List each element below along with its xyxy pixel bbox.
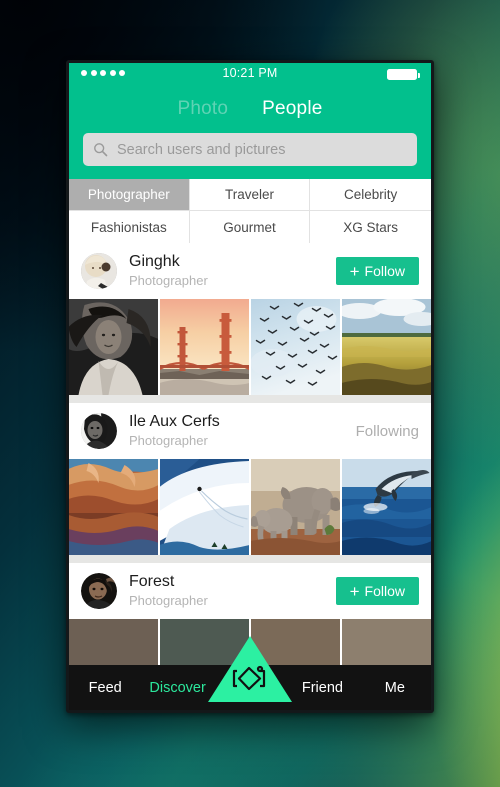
category-filter-grid: Photographer Traveler Celebrity Fashioni…	[69, 179, 431, 243]
user-header: Forest Photographer + Follow	[69, 563, 431, 619]
avatar[interactable]	[81, 573, 117, 609]
photo-strip	[69, 299, 431, 395]
top-navigation-tabs: Photo People	[69, 85, 431, 133]
battery-full-icon	[387, 69, 420, 80]
user-name: Ginghk	[129, 252, 180, 270]
thumbnail-elephants-savanna[interactable]	[251, 459, 340, 555]
user-header: Ile Aux Cerfs Photographer Following	[69, 403, 431, 459]
tab-photo[interactable]: Photo	[177, 98, 228, 120]
list-item[interactable]: Ile Aux Cerfs Photographer Following	[69, 403, 431, 555]
filter-chip-xg-stars[interactable]: XG Stars	[310, 211, 431, 243]
thumbnail-snowy-mountain-slope[interactable]	[160, 459, 249, 555]
plus-icon: +	[349, 581, 360, 601]
thumbnail-dolphin-leaping-ocean[interactable]	[342, 459, 431, 555]
following-status[interactable]: Following	[356, 423, 419, 440]
user-name-block: Ile Aux Cerfs Photographer	[129, 413, 356, 450]
search-section	[69, 133, 431, 179]
search-bar[interactable]	[83, 133, 417, 166]
filter-chip-traveler[interactable]: Traveler	[189, 179, 311, 211]
avatar[interactable]	[81, 413, 117, 449]
user-header: Ginghk Photographer + Follow	[69, 243, 431, 299]
filter-chip-fashionistas[interactable]: Fashionistas	[69, 211, 190, 243]
thumbnail-golden-wheat-field[interactable]	[342, 299, 431, 395]
thumbnail-red-rock-canyon-reflection[interactable]	[69, 459, 158, 555]
avatar[interactable]	[81, 253, 117, 289]
search-icon	[94, 143, 108, 157]
user-name: Forest	[129, 572, 175, 590]
thumbnail-golden-gate-bridge-sunset[interactable]	[160, 299, 249, 395]
status-bar: 10:21 PM	[69, 63, 431, 85]
user-role: Photographer	[129, 592, 208, 608]
tab-feed[interactable]: Feed	[69, 680, 141, 696]
user-name: Ile Aux Cerfs	[129, 412, 220, 430]
camera-shoot-button[interactable]	[208, 636, 292, 702]
follow-button-label: Follow	[364, 583, 405, 599]
user-name-block: Forest Photographer	[129, 573, 336, 610]
filter-chip-photographer[interactable]: Photographer	[69, 179, 190, 211]
user-role: Photographer	[129, 272, 208, 288]
user-role: Photographer	[129, 432, 208, 448]
phone-screen: 10:21 PM Photo People Photographer Trave…	[69, 63, 431, 710]
search-input[interactable]	[115, 140, 407, 159]
photo-strip	[69, 459, 431, 555]
filter-chip-celebrity[interactable]: Celebrity	[310, 179, 431, 211]
tab-me[interactable]: Me	[359, 680, 431, 696]
tab-friend[interactable]: Friend	[286, 680, 358, 696]
phone-device-frame: 10:21 PM Photo People Photographer Trave…	[66, 60, 434, 713]
follow-button[interactable]: + Follow	[335, 577, 419, 605]
user-name-block: Ginghk Photographer	[129, 253, 336, 290]
tab-discover[interactable]: Discover	[141, 680, 213, 696]
thumbnail-bw-portrait-woman[interactable]	[69, 299, 158, 395]
camera-diamond-icon	[208, 636, 292, 702]
list-item[interactable]: Ginghk Photographer + Follow	[69, 243, 431, 395]
follow-button-label: Follow	[364, 263, 405, 279]
tab-people[interactable]: People	[262, 98, 322, 120]
status-bar-clock: 10:21 PM	[222, 66, 278, 80]
follow-button[interactable]: + Follow	[335, 257, 419, 285]
thumbnail-flock-of-birds-sky[interactable]	[251, 299, 340, 395]
plus-icon: +	[349, 261, 360, 281]
filter-chip-gourmet[interactable]: Gourmet	[189, 211, 311, 243]
